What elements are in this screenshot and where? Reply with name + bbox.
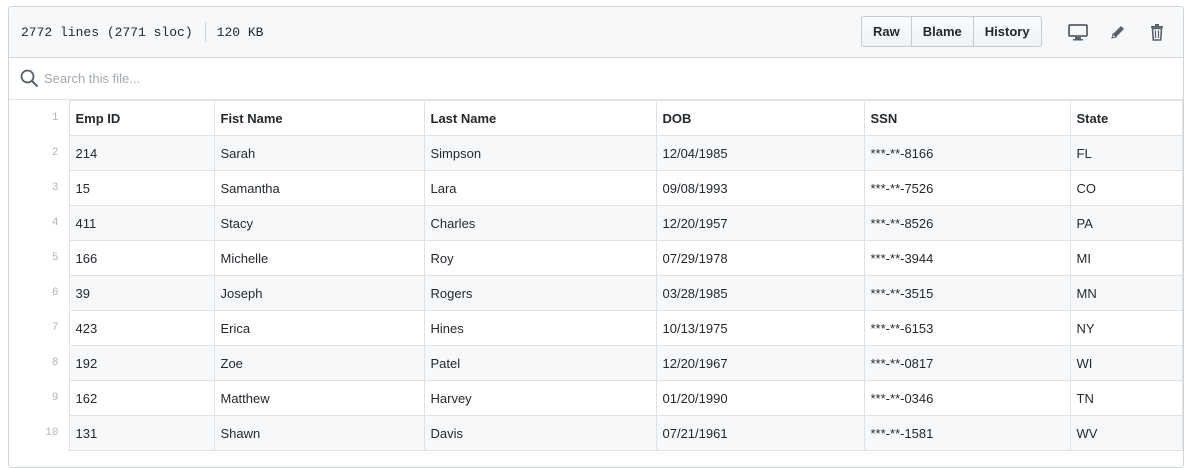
cell-ssn: ***-**-1581 <box>863 415 1071 451</box>
file-header: 2772 lines (2771 sloc) 120 KB Raw Blame … <box>9 7 1183 58</box>
table-row: 8 192 Zoe Patel 12/20/1967 ***-**-0817 WI <box>9 345 1183 381</box>
column-header-ssn: SSN <box>863 100 1071 136</box>
cell-first-name: Erica <box>213 310 425 346</box>
divider <box>204 22 206 42</box>
column-header-first-name: Fist Name <box>213 100 425 136</box>
line-number[interactable]: 7 <box>9 310 70 346</box>
cell-emp-id: 411 <box>68 205 215 241</box>
cell-ssn: ***-**-3944 <box>863 240 1071 276</box>
cell-dob: 09/08/1993 <box>655 170 865 206</box>
cell-last-name: Rogers <box>423 275 657 311</box>
cell-last-name: Simpson <box>423 135 657 171</box>
cell-first-name: Zoe <box>213 345 425 381</box>
line-number[interactable]: 6 <box>9 275 70 311</box>
cell-first-name: Joseph <box>213 275 425 311</box>
search-input[interactable] <box>44 67 644 89</box>
cell-emp-id: 39 <box>68 275 215 311</box>
pencil-icon[interactable] <box>1106 20 1130 44</box>
line-number[interactable]: 8 <box>9 345 70 381</box>
cell-last-name: Patel <box>423 345 657 381</box>
cell-dob: 03/28/1985 <box>655 275 865 311</box>
cell-ssn: ***-**-7526 <box>863 170 1071 206</box>
cell-emp-id: 214 <box>68 135 215 171</box>
cell-first-name: Shawn <box>213 415 425 451</box>
cell-first-name: Stacy <box>213 205 425 241</box>
line-number[interactable]: 10 <box>9 415 70 451</box>
table-row: 9 162 Matthew Harvey 01/20/1990 ***-**-0346 TN <box>9 380 1183 416</box>
cell-ssn: ***-**-8526 <box>863 205 1071 241</box>
cell-state: FL <box>1069 135 1183 171</box>
cell-last-name: Charles <box>423 205 657 241</box>
table-row: 6 39 Joseph Rogers 03/28/1985 ***-**-3515 MN <box>9 275 1183 311</box>
line-number[interactable]: 1 <box>9 100 70 136</box>
table-row: 3 15 Samantha Lara 09/08/1993 ***-**-7526 CO <box>9 170 1183 206</box>
cell-ssn: ***-**-6153 <box>863 310 1071 346</box>
cell-last-name: Hines <box>423 310 657 346</box>
cell-ssn: ***-**-3515 <box>863 275 1071 311</box>
cell-state: MN <box>1069 275 1183 311</box>
cell-dob: 01/20/1990 <box>655 380 865 416</box>
trash-icon[interactable] <box>1145 20 1169 44</box>
cell-first-name: Michelle <box>213 240 425 276</box>
cell-emp-id: 131 <box>68 415 215 451</box>
line-count: 2772 lines (2771 sloc) <box>21 24 193 40</box>
search-bar <box>9 58 1183 100</box>
cell-state: TN <box>1069 380 1183 416</box>
cell-state: MI <box>1069 240 1183 276</box>
cell-emp-id: 15 <box>68 170 215 206</box>
file-actions: Raw Blame History <box>861 16 1042 47</box>
column-header-state: State <box>1069 100 1183 136</box>
file-info: 2772 lines (2771 sloc) 120 KB <box>9 22 263 42</box>
cell-first-name: Samantha <box>213 170 425 206</box>
history-button[interactable]: History <box>972 16 1042 47</box>
table-header-row: 1 Emp ID Fist Name Last Name DOB SSN Sta… <box>9 100 1183 136</box>
cell-dob: 12/20/1957 <box>655 205 865 241</box>
cell-ssn: ***-**-0817 <box>863 345 1071 381</box>
cell-state: WI <box>1069 345 1183 381</box>
cell-state: NY <box>1069 310 1183 346</box>
cell-emp-id: 166 <box>68 240 215 276</box>
table-row: 5 166 Michelle Roy 07/29/1978 ***-**-3944 MI <box>9 240 1183 276</box>
cell-dob: 12/20/1967 <box>655 345 865 381</box>
cell-first-name: Matthew <box>213 380 425 416</box>
line-number[interactable]: 5 <box>9 240 70 276</box>
cell-emp-id: 162 <box>68 380 215 416</box>
column-header-emp-id: Emp ID <box>68 100 215 136</box>
cell-state: WV <box>1069 415 1183 451</box>
line-number[interactable]: 4 <box>9 205 70 241</box>
desktop-icon[interactable] <box>1066 20 1090 44</box>
cell-dob: 07/21/1961 <box>655 415 865 451</box>
cell-ssn: ***-**-8166 <box>863 135 1071 171</box>
table-row: 7 423 Erica Hines 10/13/1975 ***-**-6153 NY <box>9 310 1183 346</box>
cell-dob: 07/29/1978 <box>655 240 865 276</box>
line-number[interactable]: 9 <box>9 380 70 416</box>
cell-last-name: Harvey <box>423 380 657 416</box>
blame-button[interactable]: Blame <box>910 16 974 47</box>
cell-ssn: ***-**-0346 <box>863 380 1071 416</box>
cell-state: CO <box>1069 170 1183 206</box>
cell-last-name: Davis <box>423 415 657 451</box>
line-number[interactable]: 2 <box>9 135 70 171</box>
file-viewer: 2772 lines (2771 sloc) 120 KB Raw Blame … <box>8 6 1184 468</box>
cell-last-name: Lara <box>423 170 657 206</box>
file-size: 120 KB <box>216 24 264 40</box>
csv-table: 1 Emp ID Fist Name Last Name DOB SSN Sta… <box>9 100 1183 451</box>
cell-dob: 10/13/1975 <box>655 310 865 346</box>
raw-button[interactable]: Raw <box>861 16 912 47</box>
cell-state: PA <box>1069 205 1183 241</box>
column-header-dob: DOB <box>655 100 865 136</box>
table-row: 2 214 Sarah Simpson 12/04/1985 ***-**-8166 FL <box>9 135 1183 171</box>
table-row: 4 411 Stacy Charles 12/20/1957 ***-**-8526 PA <box>9 205 1183 241</box>
cell-emp-id: 192 <box>68 345 215 381</box>
cell-last-name: Roy <box>423 240 657 276</box>
column-header-last-name: Last Name <box>423 100 657 136</box>
line-number[interactable]: 3 <box>9 170 70 206</box>
cell-first-name: Sarah <box>213 135 425 171</box>
cell-emp-id: 423 <box>68 310 215 346</box>
cell-dob: 12/04/1985 <box>655 135 865 171</box>
search-icon <box>20 69 39 93</box>
table-row: 10 131 Shawn Davis 07/21/1961 ***-**-1581 WV <box>9 415 1183 451</box>
